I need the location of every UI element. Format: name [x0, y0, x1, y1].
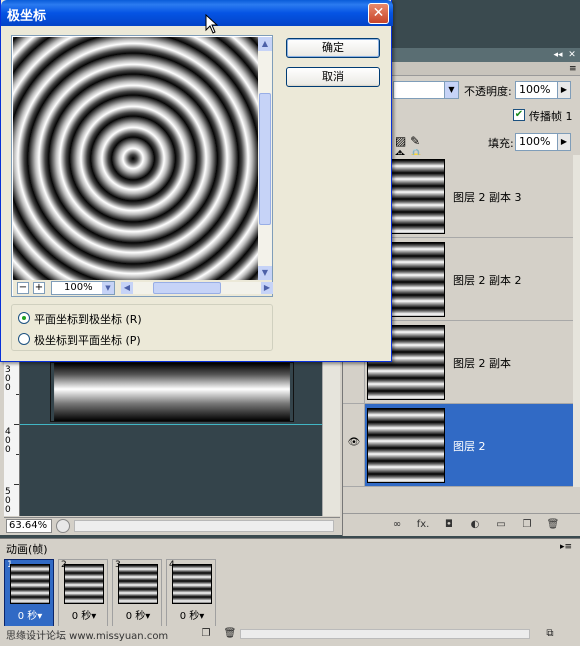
opacity-value: 100%	[519, 83, 551, 96]
opacity-label: 不透明度:	[464, 85, 512, 98]
rect-to-polar-label[interactable]: 平面坐标到极坐标 (R)	[34, 311, 142, 327]
preview-horizontal-scrollbar[interactable]: ◀ ▶	[121, 282, 273, 294]
duplicate-frame-icon[interactable]: ❐	[198, 627, 214, 641]
layer-name: 图层 2	[453, 440, 486, 453]
propagate-frame-checkbox[interactable]: ✔	[513, 109, 525, 121]
canvas-image	[50, 362, 294, 422]
scrollbar-thumb[interactable]	[153, 282, 221, 294]
polar-coordinates-dialog: 极坐标 ✕ ▲ ▼ − + 100% ▼ ◀ ▶ 确定 取消 平面坐标到极坐标 …	[0, 0, 393, 362]
timeline-toggle-icon[interactable]: ⧉	[540, 627, 560, 641]
close-button[interactable]: ✕	[368, 3, 389, 24]
document-status-bar: 63.64%	[4, 517, 340, 534]
layer-name: 图层 2 副本 3	[453, 191, 522, 204]
document-zoom-field[interactable]: 63.64%	[6, 519, 52, 533]
fill-label: 填充:	[488, 137, 514, 150]
animation-frame[interactable]: 4 0 秒▾	[166, 559, 216, 627]
link-icon[interactable]: ∞	[389, 518, 405, 532]
frame-delay[interactable]: 0 秒▾	[5, 610, 55, 624]
frame-delay[interactable]: 0 秒▾	[113, 610, 163, 624]
layer-thumbnail	[367, 408, 445, 483]
folder-icon[interactable]: ▭	[493, 518, 509, 532]
preview-vertical-scrollbar[interactable]: ▲ ▼	[258, 37, 272, 280]
status-info-icon[interactable]	[56, 519, 70, 533]
chevron-right-icon[interactable]: ▶	[261, 282, 273, 294]
frame-delay[interactable]: 0 秒▾	[59, 610, 109, 624]
animation-panel-title[interactable]: 动画(帧)	[6, 541, 48, 557]
chevron-right-icon[interactable]: ▶	[557, 82, 570, 98]
frame-thumbnail	[64, 564, 104, 604]
document-vertical-scrollbar[interactable]	[322, 356, 340, 516]
dialog-title: 极坐标	[7, 9, 47, 24]
ruler-label: 0	[5, 383, 11, 393]
animation-frame[interactable]: 1 0 秒▾	[4, 559, 54, 627]
fx-icon[interactable]: fx.	[415, 518, 431, 532]
guide-line	[20, 424, 322, 425]
ruler-label: 0	[5, 505, 11, 515]
opacity-field[interactable]: 100% ▶	[515, 81, 571, 99]
animation-panel: 动画(帧) ▸≡ 1 0 秒▾ 2 0 秒▾ 3 0 秒▾ 4 0 秒▾ 思缘设…	[0, 538, 580, 646]
document-horizontal-scrollbar[interactable]	[74, 520, 334, 532]
zoom-in-button[interactable]: +	[33, 282, 45, 294]
fill-value: 100%	[519, 135, 551, 148]
zoom-value: 100%	[64, 282, 93, 293]
preview-pane: ▲ ▼ − + 100% ▼ ◀ ▶	[11, 35, 273, 297]
rect-to-polar-radio[interactable]	[18, 312, 30, 324]
fill-field[interactable]: 100% ▶	[515, 133, 571, 151]
frame-delay[interactable]: 0 秒▾	[167, 610, 217, 624]
ok-button[interactable]: 确定	[286, 38, 380, 58]
frame-thumbnail	[118, 564, 158, 604]
animation-frame[interactable]: 2 0 秒▾	[58, 559, 108, 627]
adjustment-icon[interactable]: ◐	[467, 518, 483, 532]
preview-image[interactable]	[13, 37, 258, 280]
eye-icon: 👁	[347, 437, 361, 448]
panel-menu-icon[interactable]: ▸≡	[560, 542, 574, 552]
blend-mode-select[interactable]: ▼	[393, 81, 459, 99]
chevron-up-icon[interactable]: ▲	[258, 37, 272, 51]
collapse-icon[interactable]: ◂◂	[553, 50, 563, 60]
conversion-options: 平面坐标到极坐标 (R) 极坐标到平面坐标 (P)	[11, 304, 273, 351]
layer-name: 图层 2 副本	[453, 357, 511, 370]
chevron-down-icon[interactable]: ▼	[102, 282, 114, 294]
chevron-down-icon[interactable]: ▼	[258, 266, 272, 280]
chevron-down-icon[interactable]: ▼	[444, 82, 458, 98]
mask-icon[interactable]: ◘	[441, 518, 457, 532]
zoom-field[interactable]: 100% ▼	[51, 281, 115, 295]
frame-thumbnail	[10, 564, 50, 604]
mouse-cursor-icon	[205, 14, 219, 34]
vertical-ruler[interactable]: 3 0 0 4 0 0 5 0 0	[4, 356, 20, 516]
trash-icon[interactable]: 🗑	[545, 518, 561, 532]
preview-toolbar: − + 100% ▼ ◀ ▶	[13, 280, 273, 296]
lock-icons[interactable]: ▨ ✎ ✥ 🔒	[395, 134, 431, 162]
animation-scrollbar[interactable]	[240, 629, 530, 639]
propagate-frame-label: 传播帧 1	[529, 110, 573, 123]
scrollbar-thumb[interactable]	[259, 93, 271, 225]
trash-icon[interactable]: 🗑	[222, 627, 238, 641]
visibility-toggle[interactable]: 👁	[343, 404, 365, 486]
polar-to-rect-radio[interactable]	[18, 333, 30, 345]
polar-to-rect-label[interactable]: 极坐标到平面坐标 (P)	[34, 332, 141, 348]
dialog-title-bar[interactable]: 极坐标 ✕	[1, 0, 393, 26]
ruler-tick	[14, 484, 19, 485]
cancel-button[interactable]: 取消	[286, 67, 380, 87]
layers-footer: ∞ fx. ◘ ◐ ▭ ❐ 🗑	[343, 513, 580, 535]
ruler-tick	[16, 394, 19, 395]
ruler-tick	[16, 454, 19, 455]
panel-menu-icon[interactable]: ≡	[569, 64, 577, 74]
ruler-tick	[14, 424, 19, 425]
close-panel-icon[interactable]: ✕	[567, 50, 577, 60]
layers-scrollbar[interactable]	[573, 155, 580, 487]
ruler-label: 0	[5, 445, 11, 455]
chevron-left-icon[interactable]: ◀	[121, 282, 133, 294]
new-layer-icon[interactable]: ❐	[519, 518, 535, 532]
layer-row-selected[interactable]: 👁 图层 2	[343, 404, 573, 487]
animation-frame[interactable]: 3 0 秒▾	[112, 559, 162, 627]
watermark-text: 思缘设计论坛 www.missyuan.com	[6, 631, 169, 642]
layer-name: 图层 2 副本 2	[453, 274, 522, 287]
chevron-right-icon[interactable]: ▶	[557, 134, 570, 150]
zoom-out-button[interactable]: −	[17, 282, 29, 294]
frame-thumbnail	[172, 564, 212, 604]
